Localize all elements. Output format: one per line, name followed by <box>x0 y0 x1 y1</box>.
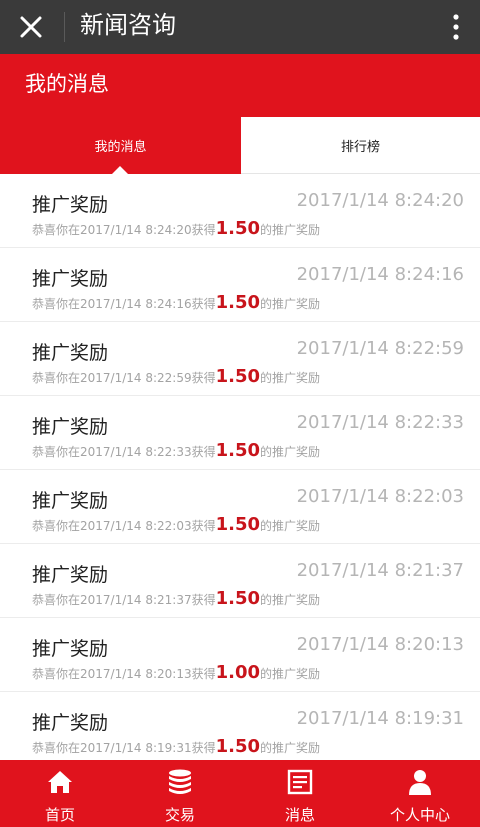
list-item[interactable]: 推广奖励 2017/1/14 8:22:03 恭喜你在2017/1/14 8:2… <box>0 470 480 544</box>
reward-amount: 1.50 <box>215 440 261 461</box>
list-item[interactable]: 推广奖励 2017/1/14 8:22:59 恭喜你在2017/1/14 8:2… <box>0 322 480 396</box>
section-title: 我的消息 <box>25 72 109 96</box>
message-title: 推广奖励 <box>32 416 109 438</box>
message-title: 推广奖励 <box>32 342 109 364</box>
tab-my-messages[interactable]: 我的消息 <box>0 117 241 174</box>
message-title: 推广奖励 <box>32 638 109 660</box>
section-header: 我的消息 <box>0 54 480 117</box>
message-description: 恭喜你在2017/1/14 8:24:20获得1.50的推广奖励 <box>32 218 321 239</box>
nav-item-trade[interactable]: 交易 <box>120 760 240 827</box>
message-title: 推广奖励 <box>32 564 109 586</box>
reward-amount: 1.50 <box>215 588 261 609</box>
nav-item-profile[interactable]: 个人中心 <box>360 760 480 827</box>
tab-label: 排行榜 <box>340 139 380 155</box>
reward-amount: 1.50 <box>215 366 261 387</box>
message-time: 2017/1/14 8:22:03 <box>296 486 464 507</box>
message-description: 恭喜你在2017/1/14 8:19:31获得1.50的推广奖励 <box>32 736 321 757</box>
message-time: 2017/1/14 8:21:37 <box>296 560 464 581</box>
message-time: 2017/1/14 8:22:59 <box>296 338 464 359</box>
reward-amount: 1.50 <box>215 292 261 313</box>
list-item[interactable]: 推广奖励 2017/1/14 8:19:31 恭喜你在2017/1/14 8:1… <box>0 692 480 766</box>
nav-label: 个人中心 <box>389 806 450 824</box>
tab-bar: 我的消息 排行榜 <box>0 117 480 174</box>
message-list: 推广奖励 2017/1/14 8:24:20 恭喜你在2017/1/14 8:2… <box>0 174 480 766</box>
database-icon <box>169 769 191 794</box>
close-icon[interactable] <box>14 10 48 44</box>
tab-label: 我的消息 <box>94 140 147 155</box>
message-time: 2017/1/14 8:24:16 <box>296 264 464 285</box>
list-item[interactable]: 推广奖励 2017/1/14 8:24:20 恭喜你在2017/1/14 8:2… <box>0 174 480 248</box>
message-description: 恭喜你在2017/1/14 8:22:03获得1.50的推广奖励 <box>32 514 321 535</box>
reward-amount: 1.50 <box>215 514 261 535</box>
active-tab-indicator <box>112 166 128 174</box>
reward-amount: 1.50 <box>215 218 261 239</box>
bottom-nav: 首页 交易 消息 个人中心 <box>0 760 480 827</box>
top-bar: 新闻咨询 <box>0 0 480 54</box>
message-title: 推广奖励 <box>32 712 109 734</box>
message-description: 恭喜你在2017/1/14 8:22:59获得1.50的推广奖励 <box>32 366 321 387</box>
list-item[interactable]: 推广奖励 2017/1/14 8:22:33 恭喜你在2017/1/14 8:2… <box>0 396 480 470</box>
nav-label: 首页 <box>44 806 75 824</box>
list-item[interactable]: 推广奖励 2017/1/14 8:24:16 恭喜你在2017/1/14 8:2… <box>0 248 480 322</box>
message-time: 2017/1/14 8:22:33 <box>296 412 464 433</box>
more-vertical-icon[interactable] <box>450 12 462 42</box>
nav-label: 消息 <box>284 806 315 824</box>
message-description: 恭喜你在2017/1/14 8:22:33获得1.50的推广奖励 <box>32 440 321 461</box>
nav-label: 交易 <box>164 806 195 824</box>
message-board-icon <box>287 769 313 795</box>
message-time: 2017/1/14 8:24:20 <box>296 190 464 211</box>
message-title: 推广奖励 <box>32 490 109 512</box>
message-description: 恭喜你在2017/1/14 8:20:13获得1.00的推广奖励 <box>32 662 321 683</box>
message-time: 2017/1/14 8:20:13 <box>296 634 464 655</box>
home-icon <box>48 771 72 793</box>
list-item[interactable]: 推广奖励 2017/1/14 8:20:13 恭喜你在2017/1/14 8:2… <box>0 618 480 692</box>
tab-ranking[interactable]: 排行榜 <box>241 117 480 174</box>
nav-item-messages[interactable]: 消息 <box>240 760 360 827</box>
message-title: 推广奖励 <box>32 194 109 216</box>
message-description: 恭喜你在2017/1/14 8:24:16获得1.50的推广奖励 <box>32 292 321 313</box>
list-item[interactable]: 推广奖励 2017/1/14 8:21:37 恭喜你在2017/1/14 8:2… <box>0 544 480 618</box>
message-time: 2017/1/14 8:19:31 <box>296 708 464 729</box>
reward-amount: 1.00 <box>215 662 261 683</box>
nav-item-home[interactable]: 首页 <box>0 760 120 827</box>
reward-amount: 1.50 <box>215 736 261 757</box>
divider <box>64 12 65 42</box>
message-description: 恭喜你在2017/1/14 8:21:37获得1.50的推广奖励 <box>32 588 321 609</box>
page-title: 新闻咨询 <box>80 11 176 39</box>
user-icon <box>409 770 431 795</box>
message-title: 推广奖励 <box>32 268 109 290</box>
